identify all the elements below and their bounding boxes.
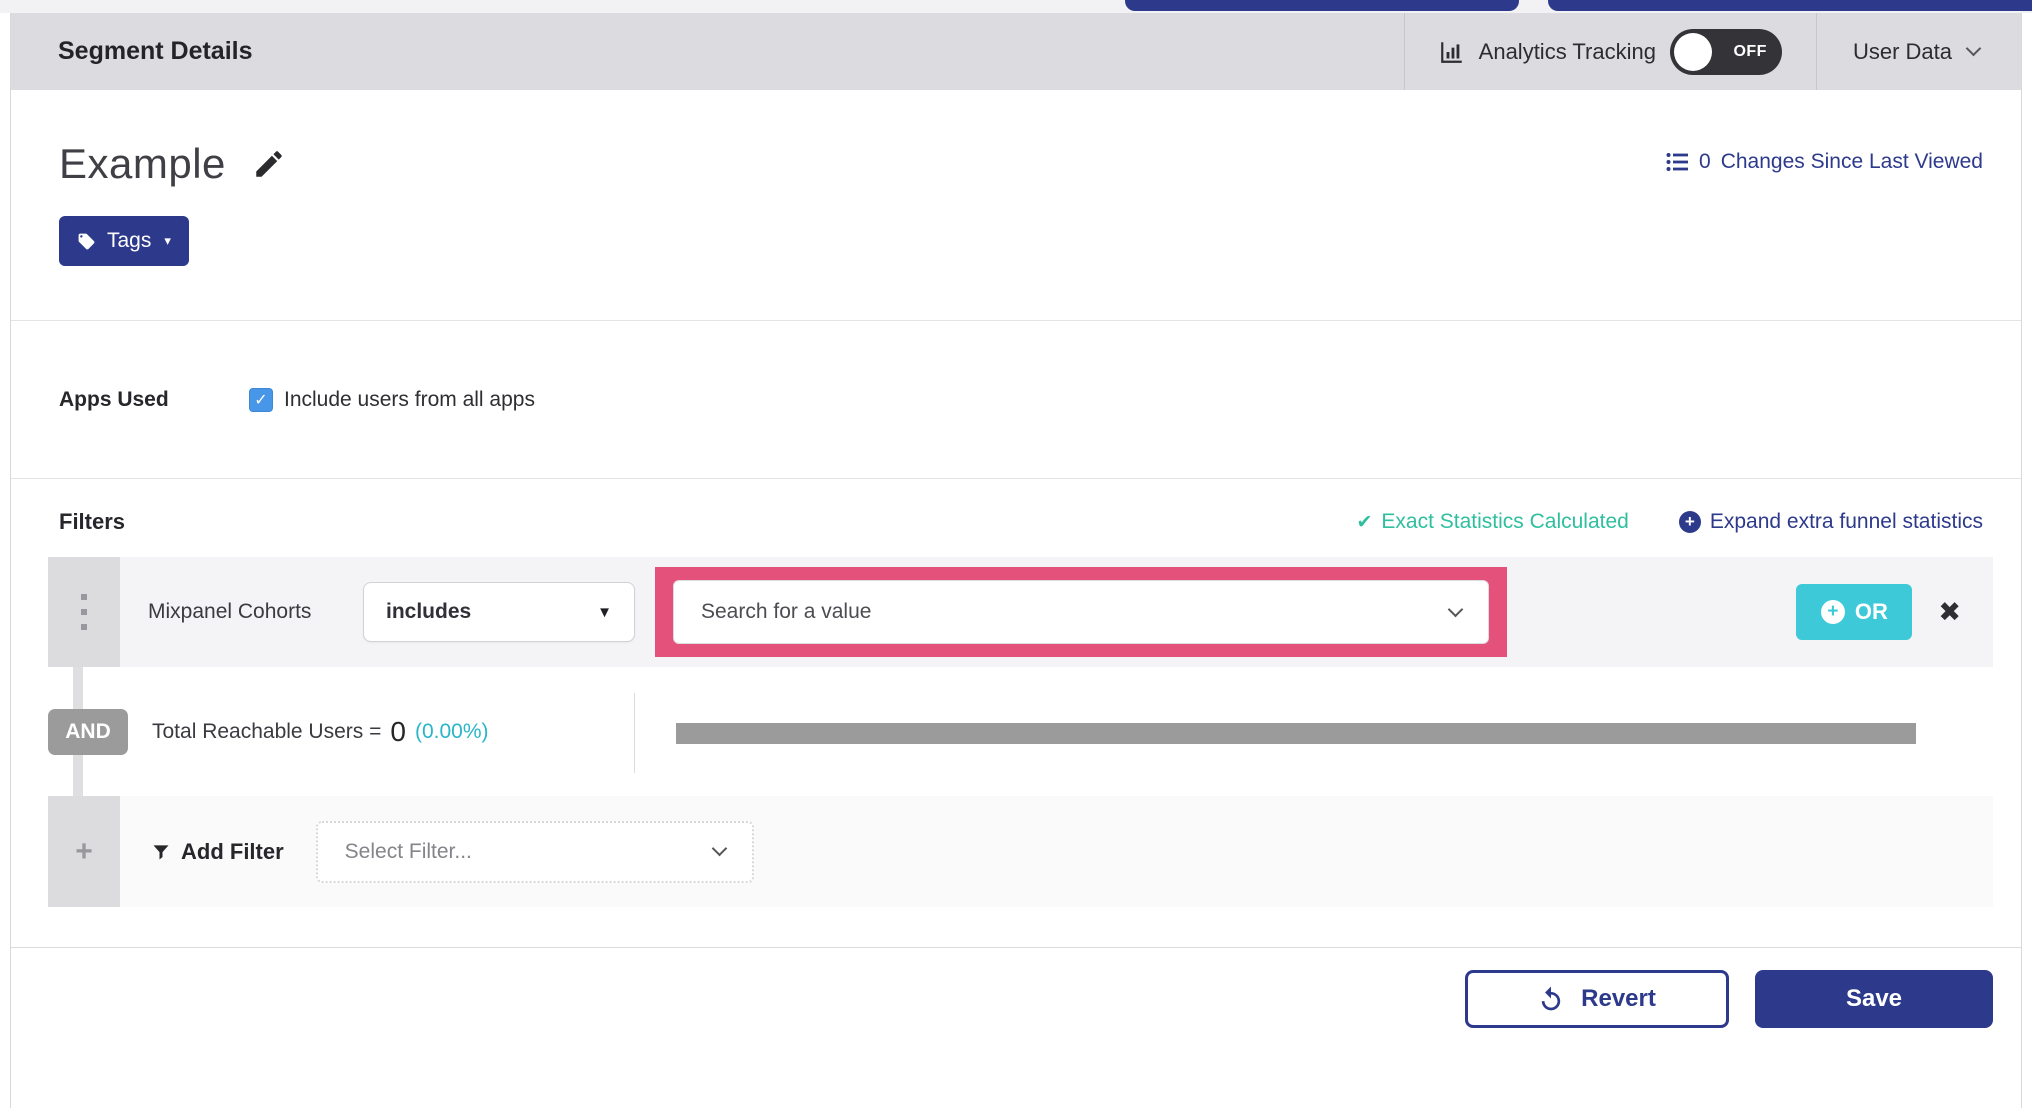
changes-label: Changes Since Last Viewed bbox=[1720, 150, 1983, 173]
add-filter-row: + Add Filter Select Filter... bbox=[48, 796, 1993, 907]
top-strip bbox=[0, 0, 2032, 13]
total-reachable-value: 0 bbox=[390, 715, 406, 747]
segment-details-card: Segment Details Analytics Tracking OFF U… bbox=[10, 13, 2022, 1108]
drag-handle[interactable] bbox=[48, 557, 120, 667]
toggle-knob bbox=[1673, 32, 1712, 71]
operator-select[interactable]: includes ▼ bbox=[363, 582, 635, 642]
check-icon: ✔ bbox=[1356, 511, 1373, 533]
value-select-highlight: Search for a value bbox=[655, 567, 1507, 657]
exact-statistics-label: Exact Statistics Calculated bbox=[1381, 510, 1629, 533]
total-reachable-users: Total Reachable Users = 0 (0.00%) bbox=[152, 716, 488, 748]
and-totals-row: AND Total Reachable Users = 0 (0.00%) bbox=[48, 667, 1993, 796]
plus-circle-icon: + bbox=[1678, 511, 1701, 533]
funnel-icon bbox=[151, 842, 171, 862]
save-label: Save bbox=[1845, 985, 1903, 1012]
or-label: OR bbox=[1854, 599, 1888, 624]
footer-actions: Revert Save bbox=[11, 947, 2021, 1028]
changes-list-icon bbox=[1665, 150, 1689, 174]
page-title: Segment Details bbox=[58, 37, 253, 65]
add-filter-label-group: Add Filter bbox=[151, 839, 284, 865]
drag-dot-icon bbox=[81, 594, 87, 600]
filters-heading: Filters bbox=[59, 509, 126, 534]
apps-used-section: Apps Used ✓ Include users from all apps bbox=[11, 321, 2021, 478]
filter-field-label: Mixpanel Cohorts bbox=[148, 600, 312, 623]
changes-count: 0 bbox=[1699, 150, 1711, 173]
select-filter-dropdown[interactable]: Select Filter... bbox=[315, 820, 754, 883]
include-all-apps-label: Include users from all apps bbox=[284, 387, 535, 411]
plus-circle-icon: + bbox=[1820, 600, 1845, 624]
toggle-state-label: OFF bbox=[1733, 42, 1767, 60]
and-badge: AND bbox=[48, 708, 128, 755]
add-or-condition-button[interactable]: + OR bbox=[1796, 584, 1913, 640]
vertical-divider bbox=[634, 693, 635, 773]
caret-down-icon: ▼ bbox=[597, 603, 612, 621]
cutoff-toolbar-button-right[interactable] bbox=[1548, 0, 2032, 11]
cutoff-toolbar-button-left[interactable] bbox=[1125, 0, 1519, 11]
tags-button[interactable]: Tags ▾ bbox=[59, 216, 189, 266]
add-filter-plus-button[interactable]: + bbox=[48, 796, 120, 907]
save-button[interactable]: Save bbox=[1755, 970, 1993, 1028]
value-search-select[interactable]: Search for a value bbox=[673, 580, 1489, 644]
select-filter-placeholder: Select Filter... bbox=[344, 839, 472, 863]
revert-label: Revert bbox=[1581, 985, 1656, 1012]
analytics-tracking-toggle[interactable]: OFF bbox=[1669, 28, 1782, 75]
bar-chart-icon bbox=[1439, 39, 1465, 65]
chevron-down-icon bbox=[711, 840, 727, 857]
remove-filter-icon[interactable]: ✖ bbox=[1938, 597, 1961, 628]
changes-since-last-viewed-link[interactable]: 0 Changes Since Last Viewed bbox=[1665, 150, 1983, 174]
value-placeholder: Search for a value bbox=[701, 600, 872, 623]
filters-section: Filters ✔ Exact Statistics Calculated + … bbox=[11, 479, 2021, 1028]
expand-funnel-statistics-label: Expand extra funnel statistics bbox=[1709, 510, 1983, 533]
exact-statistics-status: ✔ Exact Statistics Calculated bbox=[1356, 510, 1628, 534]
plus-icon: + bbox=[75, 834, 93, 868]
segment-name: Example bbox=[59, 140, 226, 187]
chevron-down-icon bbox=[1447, 601, 1464, 617]
caret-down-icon: ▾ bbox=[164, 233, 171, 248]
title-section: Example Tags ▾ 0 Changes Since Last View… bbox=[11, 90, 2021, 320]
drag-dot-icon bbox=[81, 624, 87, 630]
total-reachable-percent: (0.00%) bbox=[414, 719, 489, 743]
filter-row: Mixpanel Cohorts includes ▼ Search for a… bbox=[48, 557, 1993, 667]
expand-funnel-statistics-link[interactable]: + Expand extra funnel statistics bbox=[1678, 510, 1983, 534]
reachability-bar bbox=[676, 723, 1916, 744]
undo-icon bbox=[1538, 986, 1564, 1012]
user-data-label: User Data bbox=[1852, 38, 1952, 64]
user-data-dropdown[interactable]: User Data bbox=[1815, 13, 2021, 90]
analytics-tracking-section: Analytics Tracking OFF bbox=[1403, 13, 1816, 90]
tag-icon bbox=[77, 232, 96, 251]
edit-pencil-icon[interactable] bbox=[252, 147, 286, 181]
analytics-tracking-label: Analytics Tracking bbox=[1478, 38, 1656, 64]
operator-value: includes bbox=[386, 600, 472, 623]
revert-button[interactable]: Revert bbox=[1465, 970, 1729, 1028]
checkbox-check-icon: ✓ bbox=[254, 391, 268, 409]
chevron-down-icon bbox=[1965, 40, 1982, 57]
apps-used-label: Apps Used bbox=[59, 387, 169, 411]
add-filter-label: Add Filter bbox=[181, 838, 284, 864]
include-all-apps-checkbox[interactable]: ✓ bbox=[249, 387, 273, 412]
drag-dot-icon bbox=[81, 609, 87, 615]
tags-label: Tags bbox=[107, 229, 152, 252]
header-band: Segment Details Analytics Tracking OFF U… bbox=[11, 13, 2021, 90]
total-reachable-label: Total Reachable Users = bbox=[152, 719, 382, 743]
